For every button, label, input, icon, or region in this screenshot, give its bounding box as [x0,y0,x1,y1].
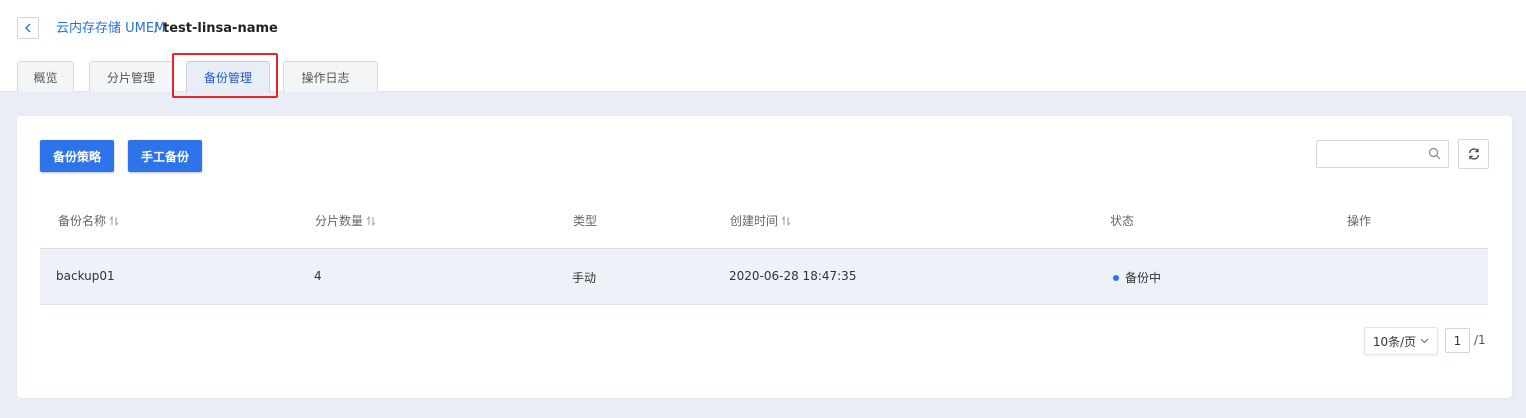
sort-icon[interactable] [109,215,119,227]
page-total: /1 [1474,333,1486,347]
refresh-icon [1468,148,1479,160]
page-number-button[interactable]: 1 [1445,328,1470,353]
tab-operation-log[interactable]: 操作日志 [283,61,378,92]
search-input[interactable] [1323,141,1423,167]
column-header-created-time[interactable]: 创建时间 [730,212,791,229]
cell-created-time: 2020-06-28 18:47:35 [729,269,857,283]
column-header-actions: 操作 [1347,212,1371,229]
page-size-select[interactable]: 10条/页 [1364,327,1438,355]
top-header: 云内存存储 UMEM / test-linsa-name 概览 分片管理 备份管… [0,0,1526,98]
column-header-type: 类型 [573,212,597,229]
cell-shard-count: 4 [314,269,322,283]
backup-policy-button[interactable]: 备份策略 [40,140,115,172]
search-box [1316,140,1449,168]
breadcrumb-parent-link[interactable]: 云内存存储 UMEM [56,20,165,38]
backup-table: 备份名称 分片数量 类型 创建时间 状态 操作 backup01 4 手动 20… [40,196,1488,305]
tab-label: 备份管理 [203,70,252,85]
column-header-backup-name[interactable]: 备份名称 [58,212,119,229]
tab-label: 概览 [33,70,58,85]
page-size-label: 10条/页 [1372,334,1417,349]
column-header-status: 状态 [1110,212,1134,229]
tab-label: 分片管理 [106,70,155,85]
status-dot-icon [1113,274,1119,281]
column-label: 操作 [1347,214,1372,228]
cell-status: 备份中 [1113,269,1161,286]
breadcrumb-current: test-linsa-name [163,21,278,36]
tab-overview[interactable]: 概览 [17,61,74,92]
table-row[interactable]: backup01 4 手动 2020-06-28 18:47:35 备份中 [40,249,1488,305]
tab-backup-management[interactable]: 备份管理 [186,61,270,92]
table-header: 备份名称 分片数量 类型 创建时间 状态 操作 [40,196,1488,249]
backup-panel: 备份策略 手工备份 备份名称 分片数量 类型 创建时间 状态 操作 backup… [17,116,1512,398]
column-header-shard-count[interactable]: 分片数量 [315,212,376,229]
manual-backup-button[interactable]: 手工备份 [128,140,203,172]
back-button[interactable] [17,17,39,39]
search-icon[interactable] [1428,147,1441,160]
column-label: 创建时间 [730,214,779,228]
sort-icon[interactable] [366,215,376,227]
tab-shard-management[interactable]: 分片管理 [89,61,173,92]
breadcrumb-separator: / [154,21,159,36]
cell-backup-name: backup01 [56,269,115,283]
column-label: 备份名称 [58,214,107,228]
column-label: 类型 [573,214,598,228]
column-label: 分片数量 [315,214,364,228]
column-label: 状态 [1110,214,1135,228]
status-text: 备份中 [1125,271,1162,285]
refresh-button[interactable] [1458,139,1489,169]
cell-type: 手动 [572,271,597,285]
chevron-left-icon [25,23,31,33]
chevron-down-icon [1420,338,1429,344]
tab-label: 操作日志 [301,70,350,85]
sort-icon[interactable] [781,215,791,227]
